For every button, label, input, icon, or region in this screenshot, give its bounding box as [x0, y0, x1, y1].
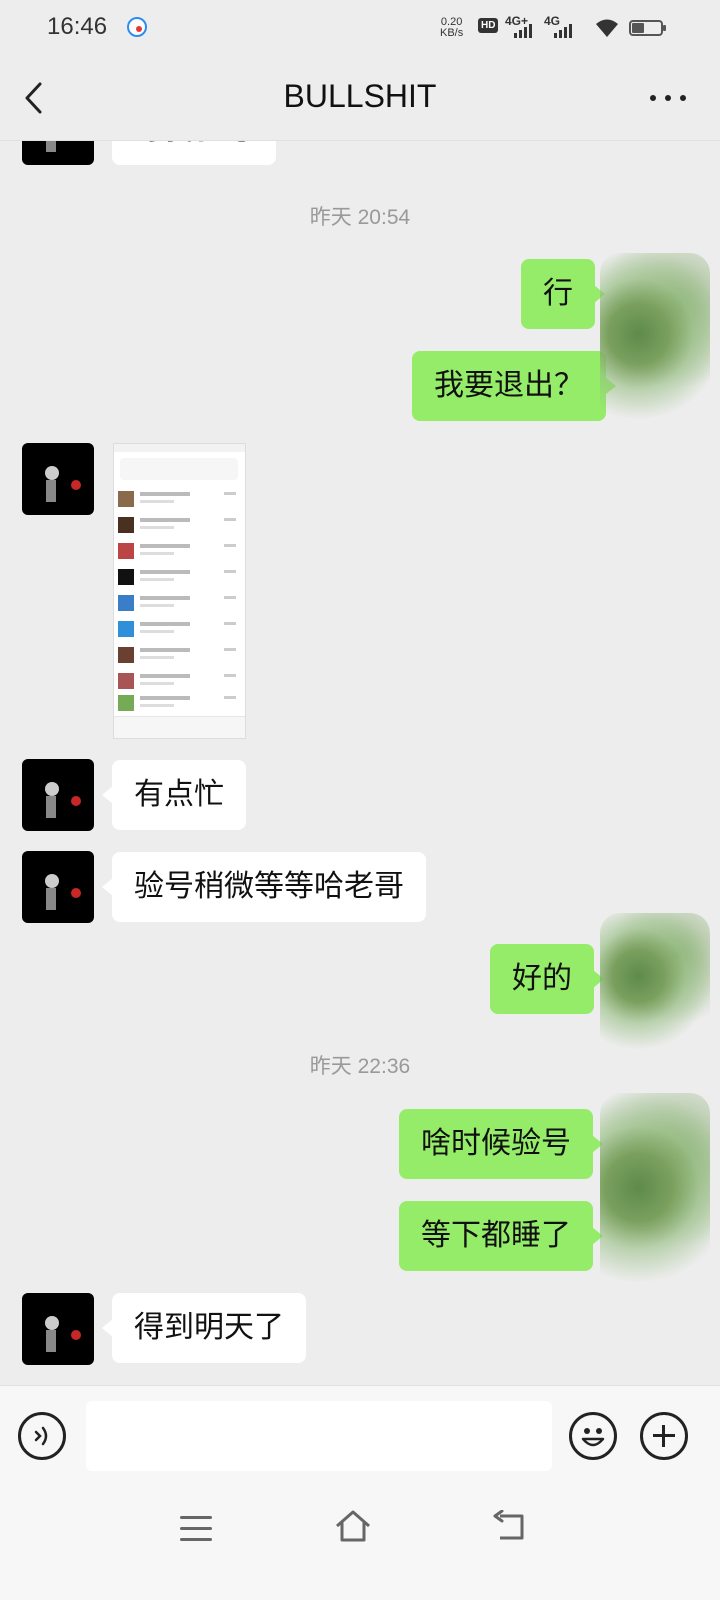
message-bubble-incoming[interactable]: 得到明天了: [102, 1293, 306, 1363]
contact-avatar[interactable]: [22, 759, 94, 831]
hd-voice-icon: HD: [478, 18, 499, 33]
more-options-icon[interactable]: [648, 84, 688, 110]
chat-header: BULLSHIT: [0, 56, 720, 141]
contact-avatar[interactable]: [22, 851, 94, 923]
my-avatar[interactable]: [600, 253, 710, 433]
wifi-icon: [596, 19, 618, 37]
my-avatar[interactable]: [600, 913, 710, 1053]
contact-avatar[interactable]: [22, 141, 94, 165]
message-bubble-outgoing[interactable]: 啥时候验号: [399, 1109, 603, 1179]
message-timestamp: 昨天 20:54: [309, 206, 411, 229]
message-bubble-outgoing[interactable]: 好的: [490, 944, 604, 1014]
home-icon[interactable]: [333, 1508, 373, 1544]
message-bubble-incoming[interactable]: 验号稍微等等哈老哥: [102, 852, 426, 922]
message-bubble-incoming[interactable]: 有点忙: [102, 760, 246, 830]
menu-icon[interactable]: [180, 1516, 212, 1542]
message-bubble-outgoing[interactable]: 我要退出？: [412, 351, 616, 421]
status-bar: 16:46 0.20 KB/s HD 4G+ 4G: [0, 0, 720, 56]
my-avatar[interactable]: [600, 1093, 710, 1303]
voice-icon[interactable]: [18, 1412, 66, 1460]
contact-avatar[interactable]: [22, 443, 94, 515]
image-message-thumbnail[interactable]: [113, 443, 246, 739]
message-timestamp: 昨天 22:36: [309, 1055, 411, 1078]
network-speed: 0.20 KB/s: [440, 17, 463, 39]
sim1-signal-icon: [506, 20, 534, 38]
message-bubble-outgoing[interactable]: 等下都睡了: [399, 1201, 603, 1271]
plus-icon[interactable]: [640, 1412, 688, 1460]
contact-avatar[interactable]: [22, 1293, 94, 1365]
back-icon[interactable]: [492, 1510, 528, 1542]
chat-title: BULLSHIT: [283, 78, 437, 114]
location-app-icon: [127, 17, 147, 37]
message-input[interactable]: [86, 1401, 552, 1471]
emoji-icon[interactable]: [569, 1412, 617, 1460]
sim2-signal-icon: [546, 20, 574, 38]
status-time: 16:46: [47, 13, 108, 40]
message-bubble-outgoing[interactable]: 行: [521, 259, 605, 329]
system-nav-bar: [0, 1488, 720, 1600]
input-bar: [0, 1385, 720, 1489]
message-bubble-incoming[interactable]: 等我验号: [112, 141, 276, 165]
battery-icon: [629, 20, 666, 36]
network-speed-unit: KB/s: [440, 27, 464, 39]
message-list[interactable]: 等我验号 昨天 20:54 行 我要退出？ 有点忙 验号稍微等等哈老哥 好的 昨…: [0, 141, 720, 1409]
